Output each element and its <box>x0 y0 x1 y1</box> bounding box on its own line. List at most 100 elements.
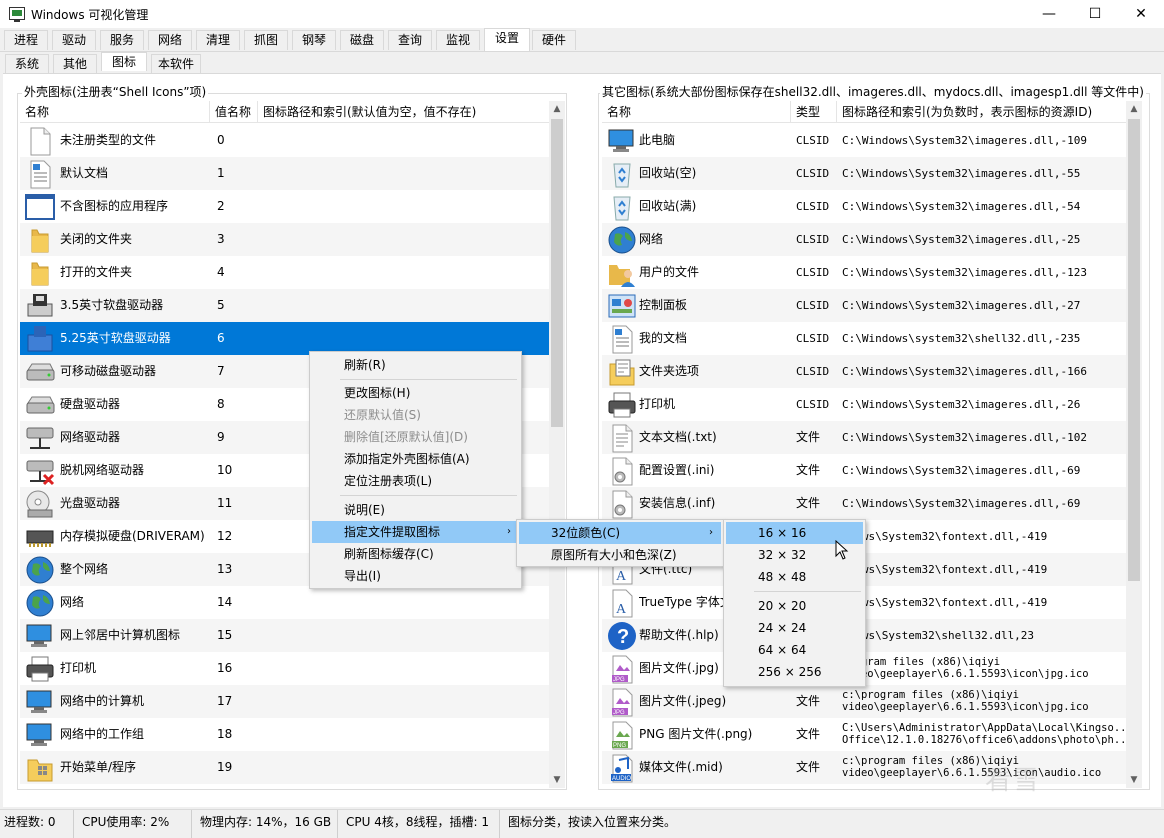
menu-item-24-24[interactable]: 24 × 24 <box>726 617 863 639</box>
table-row[interactable]: 配置设置(.ini) 文件 C:\Windows\System32\imageres… <box>602 454 1126 487</box>
table-row[interactable]: 回收站(满) CLSID C:\Windows\System32\imageres.… <box>602 190 1126 223</box>
table-row[interactable]: 网络中的工作组 18 <box>20 718 549 751</box>
column-header-icon-path[interactable]: 图标路径和索引(默认值为空，值不存在) <box>258 101 549 123</box>
scroll-down-arrow-icon[interactable]: ▼ <box>549 772 565 788</box>
table-row[interactable]: 网络中的计算机 17 <box>20 685 549 718</box>
maximize-button[interactable]: ☐ <box>1072 0 1118 28</box>
svg-text:AUDIO: AUDIO <box>612 776 631 782</box>
table-row[interactable]: 不含图标的应用程序 2 <box>20 190 549 223</box>
minimize-button[interactable]: — <box>1026 0 1072 28</box>
menu-item-256-256[interactable]: 256 × 256 <box>726 661 863 683</box>
row-icon-path-line1: C:\Users\Administrator\AppData\Local\Kin… <box>842 722 1126 734</box>
column-header-icon-path[interactable]: 图标路径和索引(为负数时，表示图标的资源ID) <box>837 101 1126 123</box>
table-row[interactable]: 默认文档 1 <box>20 157 549 190</box>
menu-item-label: 添加指定外壳图标值(A) <box>344 452 470 466</box>
sub-tab-2[interactable]: 图标 <box>101 52 147 71</box>
table-row[interactable]: 回收站(空) CLSID C:\Windows\System32\imageres.… <box>602 157 1126 190</box>
table-row[interactable]: 文件夹选项 CLSID C:\Windows\System32\imageres.d… <box>602 355 1126 388</box>
row-value-name: 6 <box>217 331 225 345</box>
shell-icons-scrollbar[interactable]: ▲ ▼ <box>549 101 565 788</box>
table-row[interactable]: JPG 图片文件(.jpeg) 文件 c:\program files (x86)\i… <box>602 685 1126 718</box>
menu-item-label: 24 × 24 <box>758 621 807 635</box>
svg-text:?: ? <box>617 626 629 648</box>
menu-item-a[interactable]: 添加指定外壳图标值(A) <box>312 448 519 470</box>
row-value-name: 0 <box>217 133 225 147</box>
table-row[interactable]: 控制面板 CLSID C:\Windows\System32\imageres.dl… <box>602 289 1126 322</box>
menu-item-20-20[interactable]: 20 × 20 <box>726 595 863 617</box>
other-icons-scrollbar[interactable]: ▲ ▼ <box>1126 101 1142 788</box>
svg-text:A: A <box>616 569 627 584</box>
main-tab-2[interactable]: 服务 <box>100 30 144 50</box>
table-row[interactable]: 用户的文件 CLSID C:\Windows\System32\imageres.d… <box>602 256 1126 289</box>
column-header-type[interactable]: 类型 <box>791 101 837 123</box>
table-row[interactable]: 我的文档 CLSID C:\Windows\system32\shell32.dll… <box>602 322 1126 355</box>
menu-item-48-48[interactable]: 48 × 48 <box>726 566 863 588</box>
table-row[interactable]: 未注册类型的文件 0 <box>20 124 549 157</box>
table-row[interactable]: 关闭的文件夹 3 <box>20 223 549 256</box>
menu-item-l[interactable]: 定位注册表项(L) <box>312 470 519 492</box>
table-row[interactable]: 文本文档(.txt) 文件 C:\Windows\System32\imageres… <box>602 421 1126 454</box>
row-icon-path: C:\Windows\system32\shell32.dll,-235 <box>842 332 1081 345</box>
other-icons-list[interactable]: 名称 类型 图标路径和索引(为负数时，表示图标的资源ID) ▲ ▼ 此电脑 CLS… <box>602 101 1142 788</box>
row-name: 打印机 <box>60 661 97 675</box>
table-row[interactable]: 网络 14 <box>20 586 549 619</box>
row-icon-path: C:\Windows\System32\imageres.dll,-166 <box>842 365 1088 378</box>
main-tab-9[interactable]: 监视 <box>436 30 480 50</box>
menu-item-64-64[interactable]: 64 × 64 <box>726 639 863 661</box>
main-tab-8[interactable]: 查询 <box>388 30 432 50</box>
scroll-up-arrow-icon[interactable]: ▲ <box>549 101 565 117</box>
main-tab-0[interactable]: 进程 <box>4 30 48 50</box>
table-row[interactable]: 打印机 16 <box>20 652 549 685</box>
menu-item-c[interactable]: 刷新图标缓存(C) <box>312 543 519 565</box>
scroll-up-arrow-icon[interactable]: ▲ <box>1126 101 1142 117</box>
row-icon-path: ndows\System32\fontext.dll,-419 <box>842 596 1048 609</box>
table-row[interactable]: 网上邻居中计算机图标 15 <box>20 619 549 652</box>
table-row[interactable]: 打印机 CLSID C:\Windows\System32\imageres.dll… <box>602 388 1126 421</box>
start-menu-programs-icon <box>24 752 56 784</box>
row-name: 此电脑 <box>639 133 676 147</box>
menu-item-d[interactable]: 删除值[还原默认值](D) <box>312 426 519 448</box>
chevron-right-icon: › <box>507 526 511 537</box>
menu-item-32-c[interactable]: 32位颜色(C) › <box>519 522 721 544</box>
menu-item-s[interactable]: 还原默认值(S) <box>312 404 519 426</box>
scroll-thumb[interactable] <box>1128 119 1140 581</box>
main-tab-10[interactable]: 设置 <box>484 28 530 51</box>
menu-item-h[interactable]: 更改图标(H) <box>312 382 519 404</box>
column-header-name[interactable]: 名称 <box>602 101 791 123</box>
row-value-name: 9 <box>217 430 225 444</box>
menu-item-e[interactable]: 说明(E) <box>312 499 519 521</box>
status-process-count: 进程数: 0 <box>0 810 74 838</box>
menu-item-z[interactable]: 原图所有大小和色深(Z) <box>519 544 721 566</box>
column-header-name[interactable]: 名称 <box>20 101 210 123</box>
row-name: 硬盘驱动器 <box>60 397 121 411</box>
close-button[interactable]: ✕ <box>1118 0 1164 28</box>
menu-item-i[interactable]: 导出(I) <box>312 565 519 587</box>
sub-tab-3[interactable]: 本软件 <box>151 54 201 73</box>
main-tab-5[interactable]: 抓图 <box>244 30 288 50</box>
main-tab-1[interactable]: 驱动 <box>52 30 96 50</box>
main-tab-3[interactable]: 网络 <box>148 30 192 50</box>
printer-icon <box>24 653 56 685</box>
table-row[interactable]: AUDIO 媒体文件(.mid) 文件 c:\program files (x86)\… <box>602 751 1126 784</box>
table-row[interactable]: 3.5英寸软盘驱动器 5 <box>20 289 549 322</box>
main-tab-7[interactable]: 磁盘 <box>340 30 384 50</box>
table-row[interactable]: PNG PNG 图片文件(.png) 文件 C:\Users\Administrato… <box>602 718 1126 751</box>
main-tab-6[interactable]: 钢琴 <box>292 30 336 50</box>
main-tab-4[interactable]: 清理 <box>196 30 240 50</box>
scroll-thumb[interactable] <box>551 119 563 427</box>
table-row[interactable]: 此电脑 CLSID C:\Windows\System32\imageres.dll… <box>602 124 1126 157</box>
row-type: 文件 <box>796 430 821 444</box>
sub-tab-1[interactable]: 其他 <box>53 54 97 73</box>
column-header-value-name[interactable]: 值名称 <box>210 101 258 123</box>
table-row[interactable]: 打开的文件夹 4 <box>20 256 549 289</box>
menu-item-r[interactable]: 刷新(R) <box>312 354 519 376</box>
main-tab-11[interactable]: 硬件 <box>532 30 576 50</box>
table-row[interactable]: 开始菜单/程序 19 <box>20 751 549 784</box>
my-documents-icon <box>606 323 638 355</box>
scroll-down-arrow-icon[interactable]: ▼ <box>1126 772 1142 788</box>
table-row[interactable]: 网络 CLSID C:\Windows\System32\imageres.dll,… <box>602 223 1126 256</box>
table-row[interactable]: 安装信息(.inf) 文件 C:\Windows\System32\imageres… <box>602 487 1126 520</box>
menu-item-item[interactable]: 指定文件提取图标 › <box>312 521 519 543</box>
row-type: CLSID <box>796 167 830 180</box>
sub-tab-0[interactable]: 系统 <box>5 54 49 73</box>
